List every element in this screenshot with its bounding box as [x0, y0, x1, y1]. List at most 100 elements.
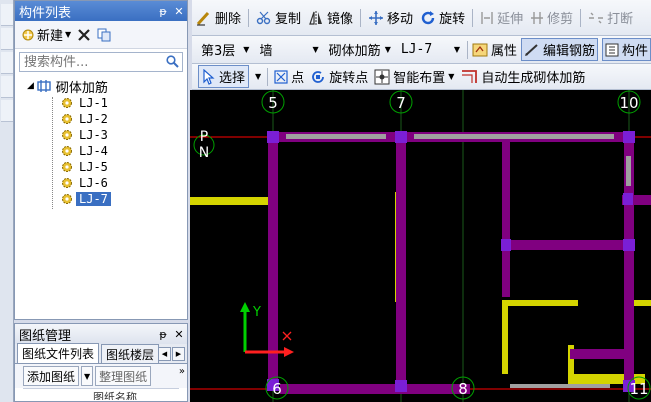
- separator: [467, 40, 468, 59]
- properties-button[interactable]: 属性: [472, 40, 517, 59]
- move-button[interactable]: 移动: [368, 8, 413, 27]
- add-drawing-button[interactable]: 添加图纸: [23, 366, 80, 386]
- mirror-label: 镜像: [327, 12, 354, 27]
- drawing-name-column-header: 图纸名称: [23, 388, 179, 400]
- new-component-label: 新建: [37, 29, 64, 44]
- element-type-select[interactable]: 墙 ▼: [256, 40, 321, 60]
- rotate-point-button[interactable]: 旋转点: [310, 67, 368, 86]
- delete-component-button[interactable]: [77, 28, 91, 42]
- copy-button[interactable]: 复制: [256, 8, 301, 27]
- tree-item-lj-5[interactable]: LJ-5: [15, 159, 187, 175]
- compass-label-p: P: [200, 129, 208, 145]
- rotate-button[interactable]: 旋转: [420, 8, 465, 27]
- component-list-button[interactable]: 构件: [601, 38, 651, 61]
- copy-scissors-icon: [256, 11, 271, 24]
- drawing-tabs: 图纸文件列表 图纸楼层 ◀ ▶: [15, 343, 187, 364]
- select-button[interactable]: 选择: [198, 65, 250, 88]
- point-button[interactable]: 点: [274, 67, 304, 86]
- edit-rebar-label: 编辑钢筋: [542, 44, 595, 59]
- strip-tab[interactable]: [1, 52, 13, 74]
- add-drawing-dropdown-icon[interactable]: ▼: [81, 366, 94, 386]
- axis-label-top-1: 5: [268, 94, 278, 112]
- smart-place-label: 智能布置: [393, 71, 446, 86]
- extend-label: 延伸: [497, 12, 524, 27]
- strip-tab[interactable]: [1, 4, 13, 26]
- tab-drawing-floors[interactable]: 图纸楼层: [101, 344, 160, 363]
- chevron-down-icon: ▼: [65, 30, 72, 39]
- smart-place-icon: [374, 69, 390, 84]
- organize-drawings-button[interactable]: 整理图纸: [95, 366, 152, 386]
- strip-tab[interactable]: [1, 76, 13, 98]
- element-subtype-select[interactable]: 砌体加筋 ▼: [326, 40, 394, 60]
- copy-label: 复制: [275, 12, 302, 27]
- new-component-button[interactable]: 新建 ▼: [21, 25, 71, 44]
- tree-connector-lines: [52, 97, 62, 209]
- tree-item-lj-3[interactable]: LJ-3: [15, 127, 187, 143]
- cursor-arrow-icon: [203, 68, 215, 85]
- gear-icon: [62, 114, 72, 124]
- tree-root-node[interactable]: ◢ 砌体加筋: [15, 77, 187, 96]
- separator: [248, 8, 250, 27]
- tab-scroll-buttons: ◀ ▶: [158, 347, 185, 361]
- component-value: LJ-7: [400, 42, 433, 57]
- separator: [360, 8, 362, 27]
- eraser-icon: [196, 11, 210, 26]
- compass-label-n: N: [199, 145, 209, 161]
- auto-generate-button[interactable]: 自动生成砌体加筋: [460, 67, 585, 86]
- smart-place-button[interactable]: 智能布置 ▼: [374, 67, 454, 86]
- tree-item-lj-2[interactable]: LJ-2: [15, 111, 187, 127]
- component-search-input[interactable]: [19, 52, 183, 72]
- tree-item-lj-6[interactable]: LJ-6: [15, 175, 187, 191]
- collapse-triangle-icon[interactable]: ◢: [27, 81, 34, 91]
- element-subtype-value: 砌体加筋: [328, 44, 381, 59]
- tree-item-label: LJ-7: [76, 192, 111, 206]
- draw-mode-toolbar: 选择 ▼ 点 旋转点 智能布置 ▼ 自动生成砌体加筋: [192, 64, 651, 90]
- rotate-point-icon: [312, 70, 325, 83]
- tree-item-lj-7[interactable]: LJ-7: [15, 191, 187, 207]
- masonry-rebar-icon: [37, 80, 51, 92]
- drawing-canvas[interactable]: 5 7 10 6 8 11 P N Y: [190, 90, 651, 402]
- separator: [580, 8, 582, 27]
- axis-label-bottom-2: 8: [458, 380, 468, 398]
- chevron-down-icon[interactable]: ▼: [255, 72, 261, 81]
- component-list-panel: 构件列表 ᵽ ✕ 新建 ▼ ◢ 砌体加筋 LJ-1 LJ-2 LJ-3 LJ-4 LJ-…: [14, 0, 188, 320]
- tab-drawing-files[interactable]: 图纸文件列表: [17, 343, 100, 363]
- copy-component-button[interactable]: [97, 28, 111, 42]
- axis-label-top-3: 10: [619, 94, 638, 112]
- mirror-button[interactable]: 镜像: [308, 8, 353, 27]
- strip-tab[interactable]: [1, 100, 13, 122]
- gear-icon: [62, 178, 72, 188]
- gear-icon: [62, 162, 72, 172]
- component-select[interactable]: LJ-7 ▼: [398, 40, 463, 60]
- tree-item-lj-4[interactable]: LJ-4: [15, 143, 187, 159]
- search-icon[interactable]: [166, 55, 179, 68]
- properties-icon: [472, 43, 488, 56]
- close-icon[interactable]: ✕: [171, 5, 187, 18]
- delete-button[interactable]: 删除: [196, 8, 241, 27]
- close-icon[interactable]: ✕: [171, 328, 187, 341]
- trim-button[interactable]: 修剪: [530, 8, 573, 27]
- break-button[interactable]: 打断: [588, 8, 633, 27]
- chevron-down-icon: ▼: [448, 72, 455, 81]
- tree-item-lj-1[interactable]: LJ-1: [15, 95, 187, 111]
- pin-icon[interactable]: ᵽ: [155, 328, 171, 341]
- extend-button[interactable]: 延伸: [480, 8, 523, 27]
- strip-tab[interactable]: [1, 28, 13, 50]
- floor-select[interactable]: 第3层 ▼: [198, 40, 252, 60]
- extend-icon: [481, 11, 493, 24]
- delete-x-icon: [78, 28, 90, 41]
- chevron-down-icon: ▼: [384, 45, 391, 54]
- beams: [268, 132, 651, 394]
- drawing-panel-header: 图纸管理 ᵽ ✕: [15, 324, 187, 344]
- edit-rebar-button[interactable]: 编辑钢筋: [520, 38, 598, 61]
- move-label: 移动: [387, 12, 414, 27]
- tree-item-label: LJ-4: [79, 144, 108, 158]
- cad-drawing: 5 7 10 6 8 11 P N Y: [190, 90, 651, 402]
- gear-icon: [62, 130, 72, 140]
- pin-icon[interactable]: ᵽ: [155, 5, 171, 18]
- component-toolbar: 新建 ▼: [15, 21, 187, 49]
- scroll-right-icon[interactable]: ▶: [172, 347, 185, 361]
- scroll-left-icon[interactable]: ◀: [158, 347, 171, 361]
- drawing-management-panel: 图纸管理 ᵽ ✕ 图纸文件列表 图纸楼层 ◀ ▶ 添加图纸 ▼ 整理图纸 » 图…: [14, 323, 188, 402]
- more-icon[interactable]: »: [179, 366, 185, 377]
